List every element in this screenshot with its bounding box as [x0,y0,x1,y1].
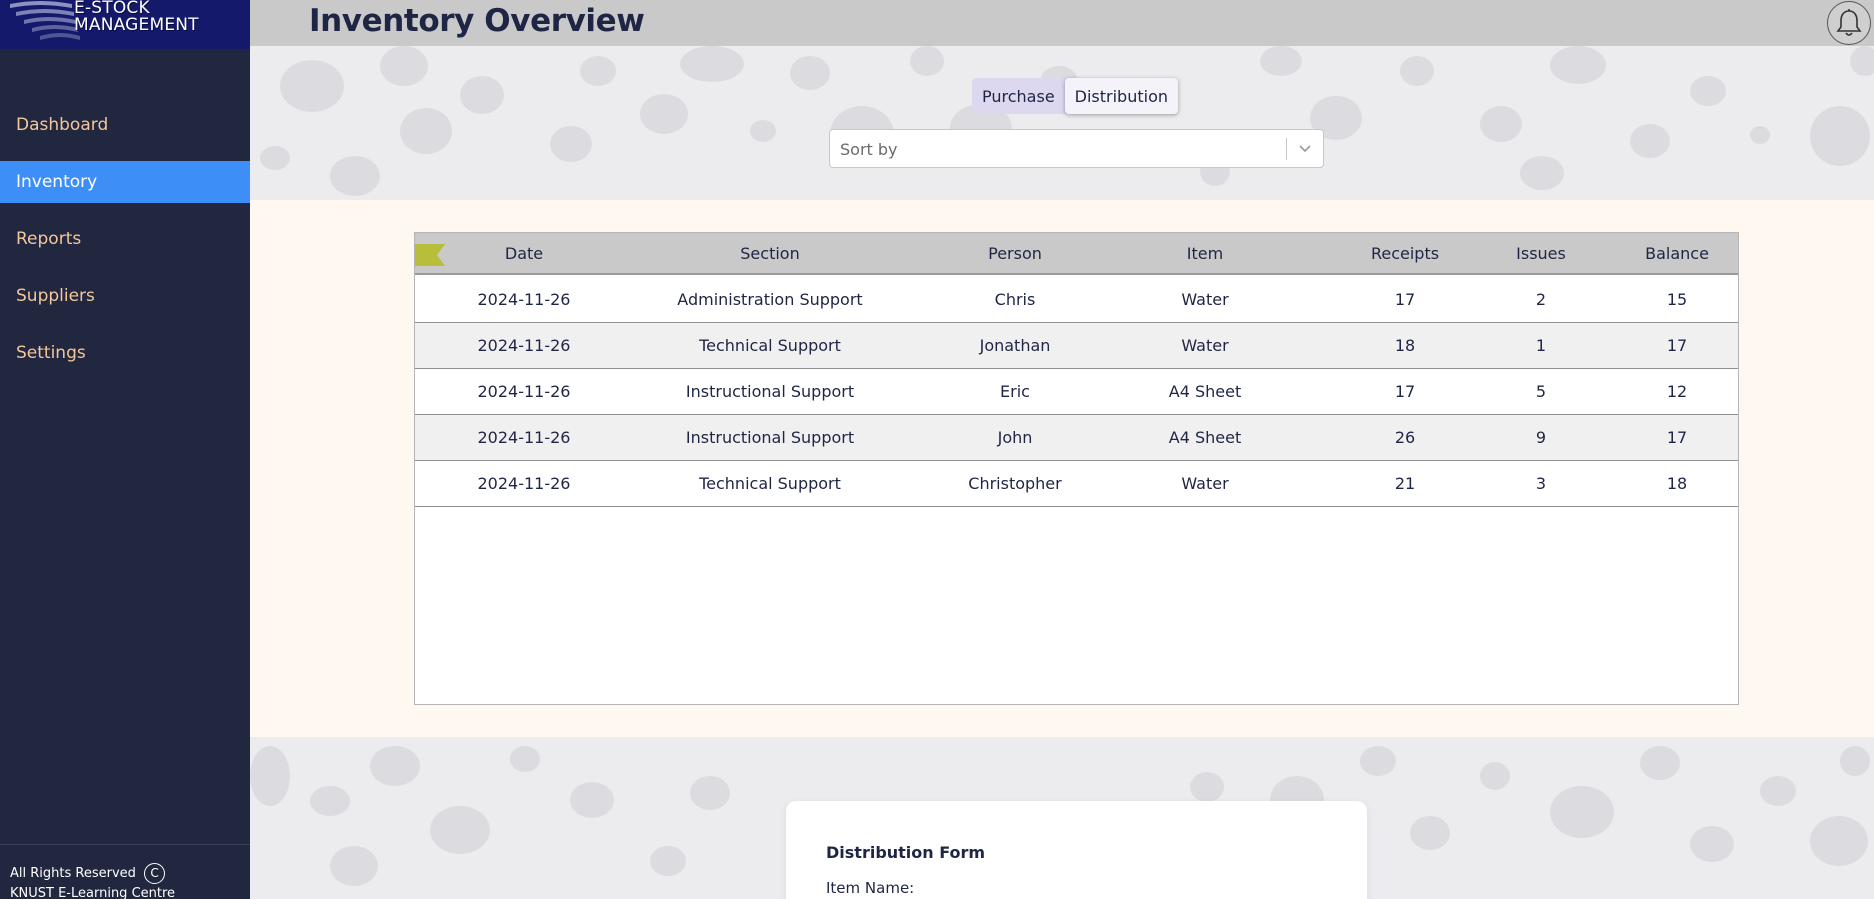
cell-item: Water [1181,336,1229,355]
sort-by-placeholder: Sort by [840,140,898,159]
cell-balance: 17 [1666,428,1688,447]
app-logo[interactable]: E-STOCK MANAGEMENT [0,0,250,49]
item-name-label: Item Name: [826,879,915,897]
form-title: Distribution Form [826,843,986,862]
cell-person: Jonathan [979,336,1051,355]
cell-section: Technical Support [699,336,841,355]
page-title: Inventory Overview [309,3,645,39]
bell-icon [1836,9,1862,36]
distribution-form: Distribution Form Item Name: [786,801,1367,899]
cell-section: Instructional Support [685,428,855,447]
cell-date: 2024-11-26 [477,474,571,493]
flag-icon [415,244,445,266]
sidebar: E-STOCK MANAGEMENT Dashboard Inventory R… [0,0,250,899]
sort-by-select[interactable]: Sort by [829,129,1324,168]
cell-date: 2024-11-26 [477,382,571,401]
table-row[interactable]: 2024-11-26 Administration Support Chris … [415,277,1738,323]
chevron-down-icon[interactable] [1298,141,1312,155]
footer-rights-text: All Rights Reserved [10,866,136,881]
cell-receipts: 17 [1394,382,1416,401]
table-header: Date Section Person Item Receipts Issues… [415,233,1738,275]
cell-issues: 1 [1535,336,1547,355]
inventory-table: Date Section Person Item Receipts Issues… [414,232,1739,705]
cell-receipts: 17 [1394,290,1416,309]
table-row[interactable]: 2024-11-26 Instructional Support Eric A4… [415,369,1738,415]
cell-item: A4 Sheet [1168,382,1242,401]
col-header-person[interactable]: Person [945,244,1085,263]
logo-wing-icon [10,1,80,40]
top-header: Inventory Overview [250,0,1874,46]
copyright-icon: C [144,863,166,884]
logo-line2: MANAGEMENT [74,15,199,35]
sidebar-nav: Dashboard Inventory Reports Suppliers Se… [0,104,250,389]
col-header-section[interactable]: Section [595,244,945,263]
cell-item: Water [1181,290,1229,309]
cell-section: Instructional Support [685,382,855,401]
cell-balance: 12 [1666,382,1688,401]
cell-person: Chris [994,290,1036,309]
cell-issues: 9 [1535,428,1547,447]
sidebar-item-suppliers[interactable]: Suppliers [0,275,250,317]
col-header-balance[interactable]: Balance [1627,244,1727,263]
logo-text: E-STOCK MANAGEMENT [74,0,199,34]
toggle-purchase[interactable]: Purchase [972,78,1065,114]
cell-item: Water [1181,474,1229,493]
cell-balance: 17 [1666,336,1688,355]
cell-issues: 3 [1535,474,1547,493]
cell-section: Administration Support [677,290,863,309]
cell-receipts: 21 [1394,474,1416,493]
sidebar-item-inventory[interactable]: Inventory [0,161,250,203]
sidebar-footer: All Rights Reserved C KNUST E-Learning C… [0,844,250,899]
cell-balance: 15 [1666,290,1688,309]
cell-section: Technical Support [699,474,841,493]
cell-person: Christopher [968,474,1062,493]
cell-date: 2024-11-26 [477,336,571,355]
col-header-receipts[interactable]: Receipts [1355,244,1455,263]
notifications-button[interactable] [1827,1,1871,45]
cell-receipts: 18 [1394,336,1416,355]
col-header-issues[interactable]: Issues [1491,244,1591,263]
cell-item: A4 Sheet [1168,428,1242,447]
table-row[interactable]: 2024-11-26 Technical Support Jonathan Wa… [415,323,1738,369]
sidebar-item-dashboard[interactable]: Dashboard [0,104,250,146]
purchase-distribution-toggle: Purchase Distribution [972,78,1178,114]
cell-balance: 18 [1666,474,1688,493]
cell-issues: 2 [1535,290,1547,309]
cell-receipts: 26 [1394,428,1416,447]
cell-date: 2024-11-26 [477,290,571,309]
footer-org-text: KNUST E-Learning Centre [10,886,176,899]
cell-date: 2024-11-26 [477,428,571,447]
sort-separator [1286,138,1287,160]
sidebar-item-reports[interactable]: Reports [0,218,250,260]
table-row[interactable]: 2024-11-26 Instructional Support John A4… [415,415,1738,461]
cell-issues: 5 [1535,382,1547,401]
sidebar-item-settings[interactable]: Settings [0,332,250,374]
cell-person: John [997,428,1033,447]
col-header-date[interactable]: Date [453,244,595,263]
col-header-item[interactable]: Item [1095,244,1315,263]
table-row[interactable]: 2024-11-26 Technical Support Christopher… [415,461,1738,507]
cell-person: Eric [1000,382,1030,401]
toggle-distribution[interactable]: Distribution [1064,78,1178,114]
